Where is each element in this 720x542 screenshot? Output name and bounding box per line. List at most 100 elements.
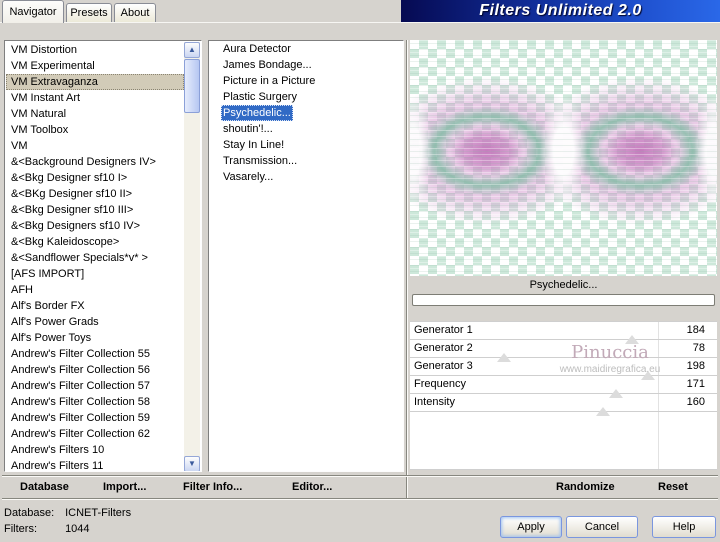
- category-item[interactable]: AFH: [6, 282, 184, 298]
- param-row-generator1[interactable]: Generator 1 184: [410, 322, 717, 344]
- scroll-up-button[interactable]: ▲: [184, 42, 200, 58]
- parameter-sliders: Generator 1 184 Generator 2 78 Generator…: [410, 321, 717, 470]
- database-button[interactable]: Database: [20, 481, 69, 493]
- apply-button[interactable]: Apply: [500, 516, 562, 538]
- category-item[interactable]: Andrew's Filter Collection 58: [6, 394, 184, 410]
- progress-bar: [412, 294, 715, 306]
- tab-about-label: About: [120, 7, 150, 19]
- category-item[interactable]: &<Background Designers IV>: [6, 154, 184, 170]
- category-item[interactable]: &<Bkg Designers sf10 IV>: [6, 218, 184, 234]
- slider-thumb[interactable]: [496, 353, 511, 362]
- category-item[interactable]: &<Sandflower Specials*v* >: [6, 250, 184, 266]
- category-item[interactable]: Andrew's Filter Collection 62: [6, 426, 184, 442]
- status-database: Database: ICNET-Filters: [4, 507, 131, 519]
- filter-item[interactable]: Vasarely...: [209, 169, 403, 185]
- category-item[interactable]: VM Instant Art: [6, 90, 184, 106]
- param-label: Frequency: [414, 378, 466, 390]
- filter-item[interactable]: Picture in a Picture: [209, 73, 403, 89]
- status-filters: Filters: 1044: [4, 523, 90, 535]
- tab-presets-label: Presets: [70, 7, 108, 19]
- randomize-button[interactable]: Randomize: [556, 481, 615, 493]
- param-row-frequency[interactable]: Frequency 171: [410, 376, 717, 398]
- status-filters-value: 1044: [65, 523, 90, 535]
- tab-navigator[interactable]: Navigator: [2, 0, 64, 23]
- editor-button[interactable]: Editor...: [292, 481, 332, 493]
- param-row-intensity[interactable]: Intensity 160: [410, 394, 717, 416]
- filter-item[interactable]: Plastic Surgery: [209, 89, 403, 105]
- category-item[interactable]: Alf's Power Toys: [6, 330, 184, 346]
- category-item[interactable]: Andrew's Filter Collection 59: [6, 410, 184, 426]
- category-item[interactable]: VM: [6, 138, 184, 154]
- app-title: Filters Unlimited 2.0: [479, 2, 642, 19]
- filter-info-button[interactable]: Filter Info...: [183, 481, 242, 493]
- param-label: Generator 1: [414, 324, 473, 336]
- status-database-label: Database:: [4, 507, 55, 519]
- filter-item-label: Picture in a Picture: [223, 75, 316, 87]
- category-item[interactable]: Andrew's Filter Collection 55: [6, 346, 184, 362]
- param-value: 184: [686, 324, 705, 336]
- category-scrollbar[interactable]: ▲ ▼: [184, 42, 200, 471]
- filter-item-label: Plastic Surgery: [223, 91, 297, 103]
- filter-item[interactable]: James Bondage...: [209, 57, 403, 73]
- preview-caption: Psychedelic...: [529, 279, 598, 291]
- category-item[interactable]: VM Distortion: [6, 42, 184, 58]
- slider-thumb[interactable]: [608, 389, 623, 398]
- app-banner: Filters Unlimited 2.0: [401, 0, 720, 22]
- tab-about[interactable]: About: [114, 3, 156, 22]
- filter-item-label: shoutin'!...: [223, 123, 273, 135]
- category-item[interactable]: Alf's Power Grads: [6, 314, 184, 330]
- param-value: 160: [686, 396, 705, 408]
- category-item[interactable]: VM Natural: [6, 106, 184, 122]
- filter-item-label: James Bondage...: [223, 59, 312, 71]
- filter-item-label: Vasarely...: [223, 171, 274, 183]
- filter-item-label: Psychedelic...: [221, 105, 293, 121]
- param-label: Intensity: [414, 396, 455, 408]
- status-divider: [2, 498, 718, 500]
- reset-button[interactable]: Reset: [658, 481, 688, 493]
- status-database-value: ICNET-Filters: [65, 507, 132, 519]
- category-item[interactable]: Andrew's Filter Collection 57: [6, 378, 184, 394]
- category-item[interactable]: &<Bkg Designer sf10 I>: [6, 170, 184, 186]
- filter-item[interactable]: Stay In Line!: [209, 137, 403, 153]
- category-item[interactable]: Alf's Border FX: [6, 298, 184, 314]
- category-item[interactable]: &<BKg Designer sf10 II>: [6, 186, 184, 202]
- category-item[interactable]: [AFS IMPORT]: [6, 266, 184, 282]
- category-item[interactable]: Andrew's Filters 10: [6, 442, 184, 458]
- filter-item-selected[interactable]: Psychedelic...: [209, 105, 403, 121]
- category-item[interactable]: Andrew's Filters 11: [6, 458, 184, 470]
- category-item[interactable]: VM Experimental: [6, 58, 184, 74]
- filter-item-label: Transmission...: [223, 155, 298, 167]
- param-value: 171: [686, 378, 705, 390]
- category-item[interactable]: VM Toolbox: [6, 122, 184, 138]
- category-item[interactable]: &<Bkg Designer sf10 III>: [6, 202, 184, 218]
- category-list: VM Distortion VM Experimental VM Extrava…: [6, 42, 184, 470]
- scroll-thumb[interactable]: [184, 59, 200, 113]
- filter-preview-image: [410, 40, 717, 276]
- cancel-button[interactable]: Cancel: [566, 516, 638, 538]
- filter-item[interactable]: Aura Detector: [209, 41, 403, 57]
- filter-item-label: Stay In Line!: [223, 139, 285, 151]
- category-item[interactable]: &<Bkg Kaleidoscope>: [6, 234, 184, 250]
- chevron-down-icon: ▼: [188, 459, 196, 468]
- filter-listbox: Aura Detector James Bondage... Picture i…: [208, 40, 404, 472]
- param-label: Generator 2: [414, 342, 473, 354]
- category-listbox: VM Distortion VM Experimental VM Extrava…: [4, 40, 202, 472]
- status-filters-label: Filters:: [4, 523, 37, 535]
- tab-navigator-label: Navigator: [9, 6, 57, 18]
- category-item-selected[interactable]: VM Extravaganza: [6, 74, 184, 90]
- param-label: Generator 3: [414, 360, 473, 372]
- filter-item-label: Aura Detector: [223, 43, 291, 55]
- help-button[interactable]: Help: [652, 516, 716, 538]
- filters-unlimited-dialog: Filters Unlimited 2.0 Navigator Presets …: [0, 0, 720, 542]
- scroll-down-button[interactable]: ▼: [184, 456, 200, 471]
- import-button[interactable]: Import...: [103, 481, 146, 493]
- slider-thumb[interactable]: [595, 407, 610, 416]
- category-item[interactable]: Andrew's Filter Collection 56: [6, 362, 184, 378]
- filter-item[interactable]: Transmission...: [209, 153, 403, 169]
- filter-item[interactable]: shoutin'!...: [209, 121, 403, 137]
- watermark-url: www.maidiregrafica.eu: [559, 364, 661, 375]
- tab-presets[interactable]: Presets: [66, 3, 112, 22]
- chevron-up-icon: ▲: [188, 45, 196, 54]
- toolbar-divider: [2, 475, 718, 477]
- watermark-name: Pinuccia: [571, 342, 649, 363]
